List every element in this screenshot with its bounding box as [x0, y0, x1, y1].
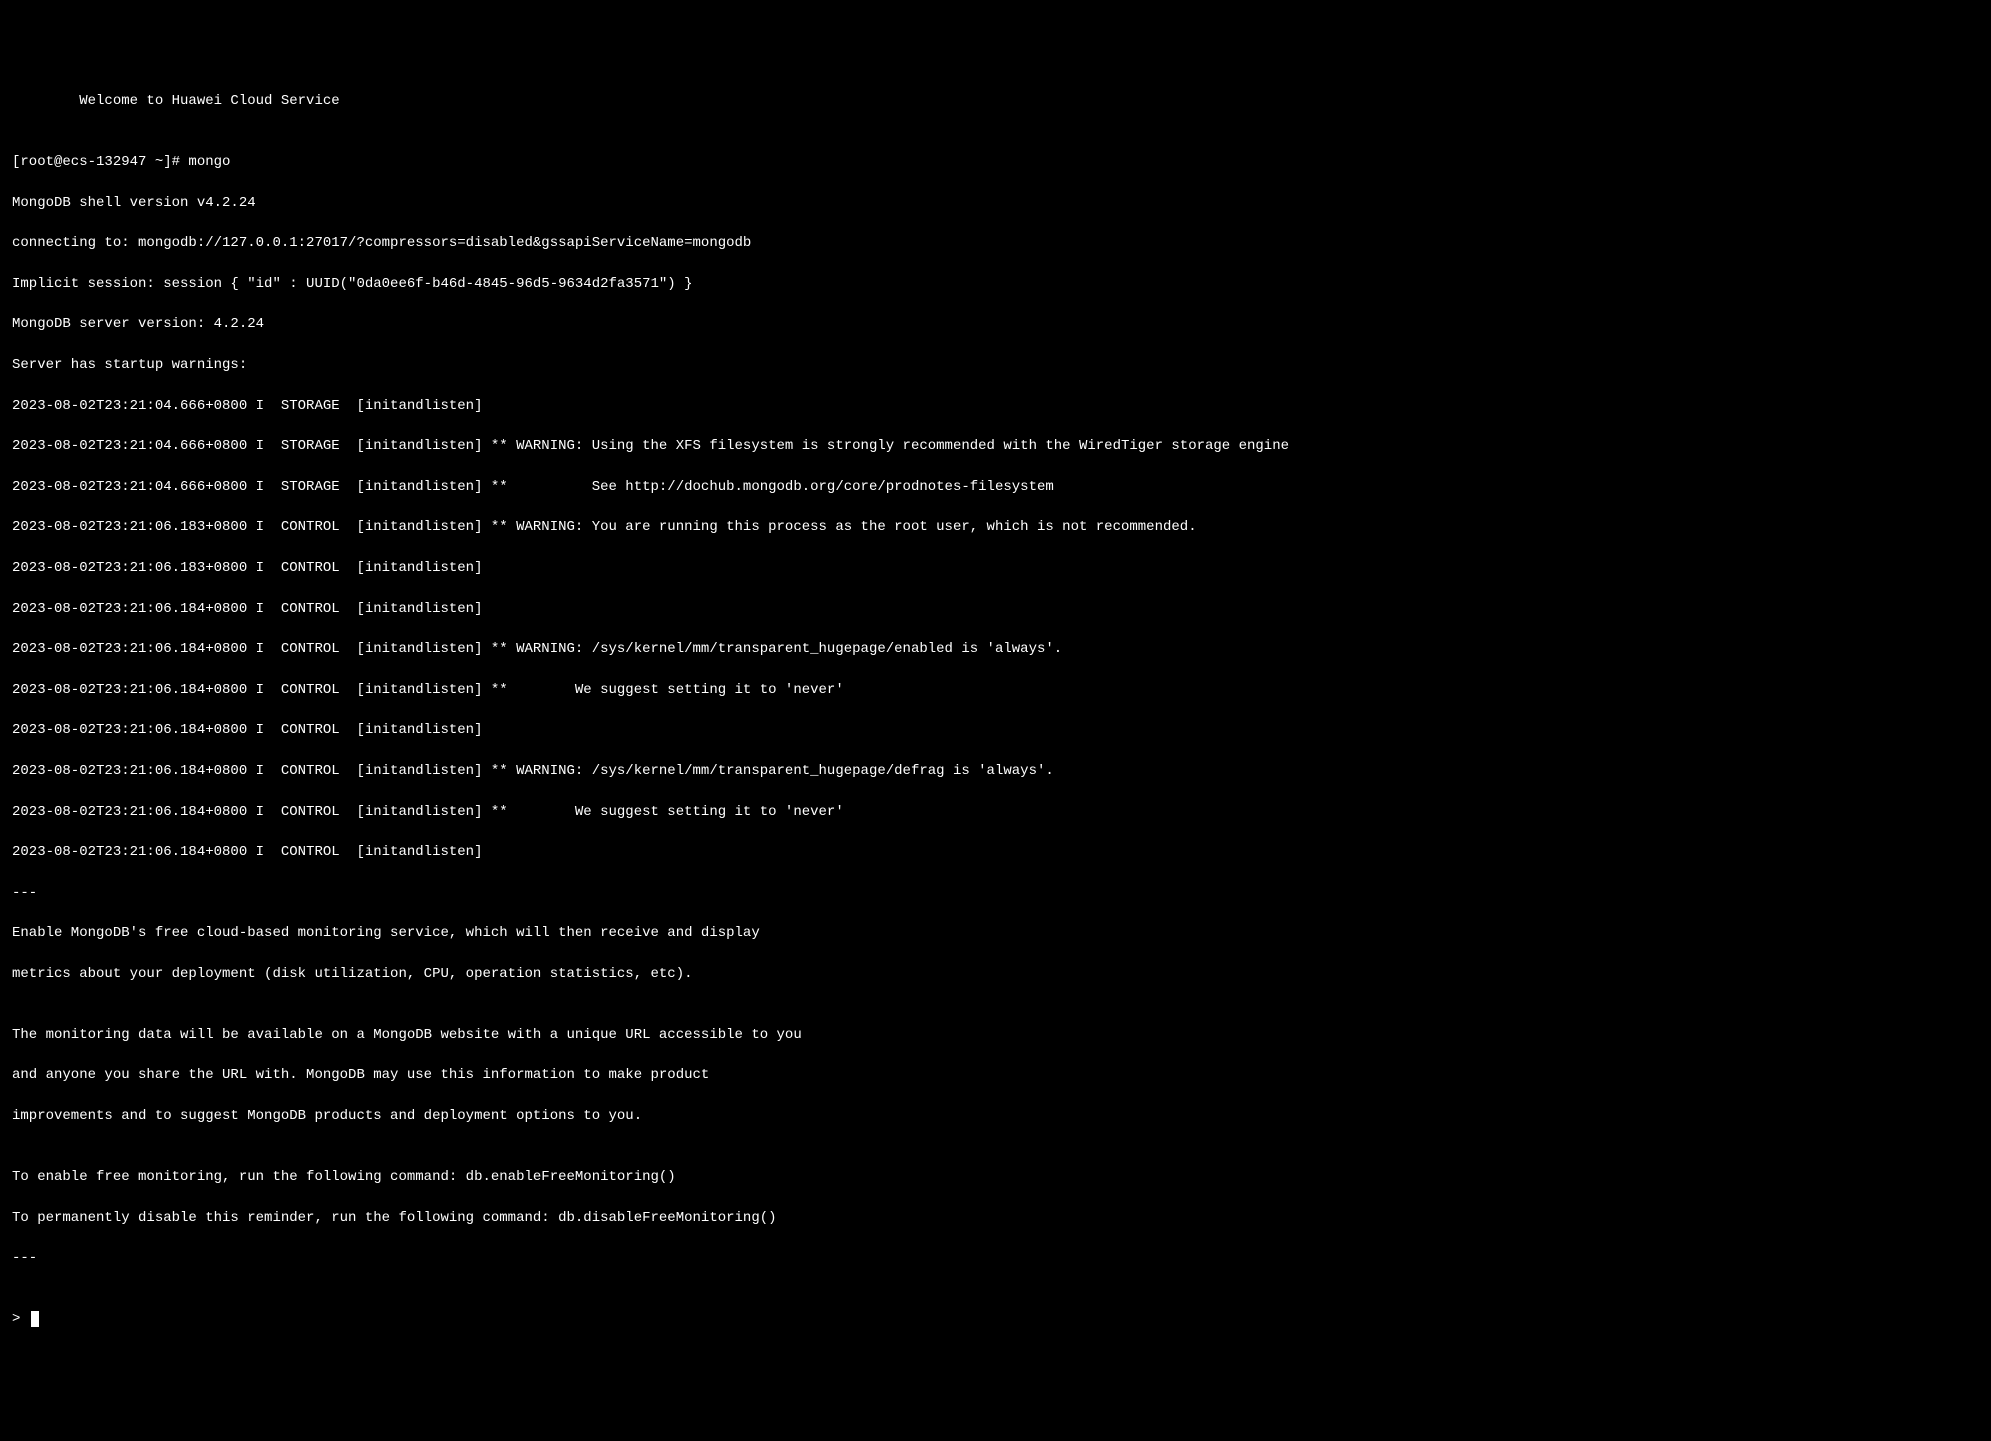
server-version-line: MongoDB server version: 4.2.24 — [12, 314, 1979, 334]
warning-line: 2023-08-02T23:21:04.666+0800 I STORAGE [… — [12, 436, 1979, 456]
warning-line: 2023-08-02T23:21:06.184+0800 I CONTROL [… — [12, 680, 1979, 700]
monitoring-info-line: The monitoring data will be available on… — [12, 1025, 1979, 1045]
warning-line: 2023-08-02T23:21:04.666+0800 I STORAGE [… — [12, 477, 1979, 497]
warning-line: 2023-08-02T23:21:06.183+0800 I CONTROL [… — [12, 517, 1979, 537]
cursor-icon — [31, 1311, 39, 1327]
warning-line: 2023-08-02T23:21:06.183+0800 I CONTROL [… — [12, 558, 1979, 578]
monitoring-info-line: metrics about your deployment (disk util… — [12, 964, 1979, 984]
startup-warnings-line: Server has startup warnings: — [12, 355, 1979, 375]
monitoring-info-line: improvements and to suggest MongoDB prod… — [12, 1106, 1979, 1126]
warning-line: 2023-08-02T23:21:06.184+0800 I CONTROL [… — [12, 599, 1979, 619]
warning-line: 2023-08-02T23:21:06.184+0800 I CONTROL [… — [12, 842, 1979, 862]
warning-line: 2023-08-02T23:21:06.184+0800 I CONTROL [… — [12, 720, 1979, 740]
connecting-line: connecting to: mongodb://127.0.0.1:27017… — [12, 233, 1979, 253]
shell-prompt: > — [12, 1309, 29, 1329]
warning-line: 2023-08-02T23:21:04.666+0800 I STORAGE [… — [12, 396, 1979, 416]
monitoring-info-line: and anyone you share the URL with. Mongo… — [12, 1065, 1979, 1085]
welcome-line: Welcome to Huawei Cloud Service — [12, 91, 1979, 111]
warning-line: 2023-08-02T23:21:06.184+0800 I CONTROL [… — [12, 802, 1979, 822]
session-line: Implicit session: session { "id" : UUID(… — [12, 274, 1979, 294]
disable-monitoring-line: To permanently disable this reminder, ru… — [12, 1208, 1979, 1228]
monitoring-info-line: Enable MongoDB's free cloud-based monito… — [12, 923, 1979, 943]
shell-prompt-row[interactable]: > — [12, 1309, 1979, 1329]
prompt-command-line: [root@ecs-132947 ~]# mongo — [12, 152, 1979, 172]
warning-line: 2023-08-02T23:21:06.184+0800 I CONTROL [… — [12, 639, 1979, 659]
warning-line: 2023-08-02T23:21:06.184+0800 I CONTROL [… — [12, 761, 1979, 781]
shell-version-line: MongoDB shell version v4.2.24 — [12, 193, 1979, 213]
separator-line: --- — [12, 1248, 1979, 1268]
separator-line: --- — [12, 883, 1979, 903]
enable-monitoring-line: To enable free monitoring, run the follo… — [12, 1167, 1979, 1187]
